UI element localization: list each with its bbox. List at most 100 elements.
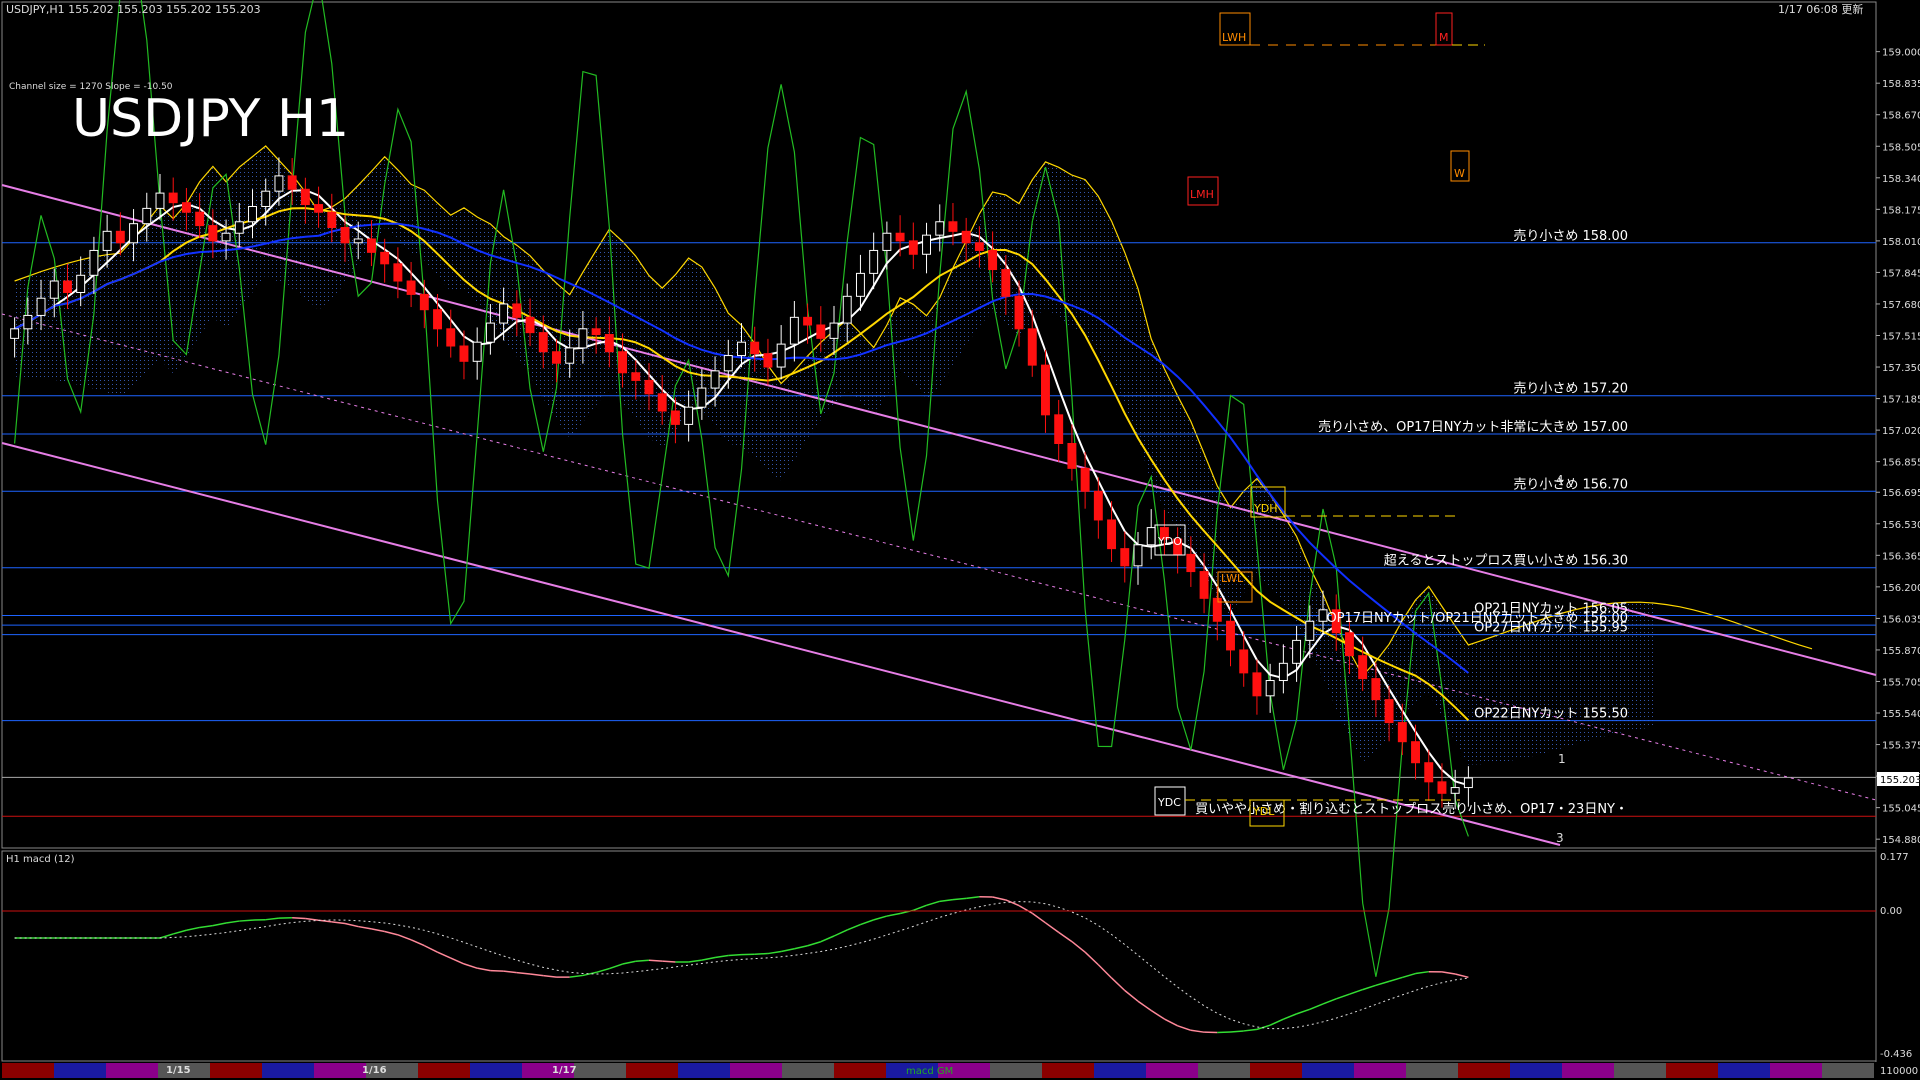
candle-body bbox=[935, 221, 945, 236]
macd-segment bbox=[966, 896, 980, 900]
time-bar-segment bbox=[678, 1063, 730, 1078]
macd-segment bbox=[265, 917, 280, 921]
candle-body bbox=[142, 207, 152, 225]
macd-segment bbox=[1084, 951, 1099, 966]
candle-body bbox=[472, 341, 482, 362]
macd-panel-frame bbox=[1, 850, 1877, 1062]
time-bar-segment bbox=[1250, 1063, 1302, 1078]
macd-segment bbox=[648, 959, 663, 962]
date-label-2: 1/16 bbox=[362, 1065, 387, 1076]
level-label: 超えるとストップロス買い小さめ 156.30 bbox=[1384, 554, 1628, 569]
date-label-1: 1/15 bbox=[166, 1065, 191, 1076]
macd-segment bbox=[846, 923, 861, 931]
candle-body bbox=[1384, 699, 1394, 724]
marker-w: W bbox=[1450, 150, 1470, 182]
macd-segment bbox=[516, 971, 531, 975]
macd-segment bbox=[1322, 998, 1337, 1005]
candle-body bbox=[1199, 571, 1209, 599]
level-label: 売り小さめ、OP17日NYカット非常に大きめ 157.00 bbox=[1318, 419, 1628, 435]
macd-segment bbox=[992, 896, 1006, 901]
marker-lwh: LWH bbox=[1219, 12, 1440, 46]
time-bar-segment bbox=[990, 1063, 1042, 1078]
candle-body bbox=[882, 232, 892, 251]
price-axis-ticks: 159.000 158.835 158.670 158.505 158.340 158.1… bbox=[1876, 48, 1920, 846]
time-bar-segment bbox=[1562, 1063, 1614, 1078]
candle-body bbox=[737, 341, 746, 357]
macd-segment bbox=[1243, 1028, 1258, 1032]
candle-body bbox=[974, 242, 984, 251]
candle-body bbox=[248, 205, 257, 223]
price-tick-label: 158.670 bbox=[1882, 111, 1920, 122]
current-price-label: 155.203 bbox=[1880, 775, 1920, 786]
macd-segment bbox=[1283, 1013, 1297, 1020]
candle-body bbox=[869, 249, 879, 274]
macd-tick-zero: 0.00 bbox=[1880, 906, 1902, 917]
price-tick-label: 156.695 bbox=[1882, 488, 1920, 499]
marker-ydl-label: YDL bbox=[1252, 805, 1275, 818]
candle-body bbox=[829, 322, 839, 339]
time-bar-segment bbox=[834, 1063, 886, 1078]
macd-segment bbox=[397, 934, 412, 941]
candle-body bbox=[855, 272, 865, 297]
macd-segment bbox=[1230, 1030, 1244, 1033]
macd-legend: macd GM bbox=[906, 1066, 953, 1077]
candle-body bbox=[155, 192, 165, 209]
macd-segment bbox=[503, 970, 517, 974]
macd-segment bbox=[1045, 922, 1060, 933]
macd-segment bbox=[913, 904, 927, 912]
macd-segment bbox=[1058, 931, 1073, 943]
macd-segment bbox=[860, 919, 874, 926]
candle-body bbox=[459, 345, 469, 362]
candle-body bbox=[644, 379, 654, 395]
macd-segment bbox=[1217, 1031, 1231, 1034]
chart-canvas: 159.000 158.835 158.670 158.505 158.340 158.1… bbox=[1, 0, 1920, 1078]
candle-body bbox=[631, 372, 641, 381]
candle-body bbox=[618, 351, 628, 374]
price-tick-label: 158.340 bbox=[1882, 174, 1920, 185]
marker-m-label: M bbox=[1439, 31, 1449, 44]
candle-body bbox=[591, 328, 601, 336]
macd-segment bbox=[767, 950, 782, 955]
price-tick-label: 157.515 bbox=[1882, 332, 1920, 343]
time-bar-segment bbox=[262, 1063, 314, 1078]
time-bar-segment bbox=[1718, 1063, 1770, 1078]
macd-segment bbox=[701, 956, 716, 961]
macd-segment bbox=[662, 960, 676, 963]
candle-body bbox=[750, 341, 760, 355]
candle-body bbox=[604, 334, 614, 353]
macd-segment bbox=[1362, 984, 1377, 991]
macd-segment bbox=[807, 941, 822, 947]
candle-body bbox=[115, 230, 125, 244]
candle-body bbox=[102, 230, 112, 251]
macd-segment bbox=[239, 919, 253, 922]
level-label: 売り小さめ 157.20 bbox=[1513, 381, 1628, 397]
macd-segment bbox=[225, 920, 240, 924]
macd-segment bbox=[1190, 1029, 1205, 1033]
candle-body bbox=[1437, 781, 1447, 794]
candle-body bbox=[221, 232, 231, 242]
candle-body bbox=[1265, 680, 1275, 697]
marker-lwh-label: LWH bbox=[1222, 31, 1246, 44]
candle-body bbox=[49, 280, 59, 299]
time-bar-segment bbox=[210, 1063, 262, 1078]
marker-ydc-label: YDC bbox=[1157, 796, 1181, 809]
macd-segment bbox=[886, 912, 901, 917]
macd-segment bbox=[622, 960, 636, 965]
wave-label-1: 1 bbox=[1558, 752, 1566, 766]
price-tick-label: 155.045 bbox=[1882, 804, 1920, 815]
price-tick-label: 158.835 bbox=[1882, 79, 1920, 90]
time-bar-segment bbox=[470, 1063, 522, 1078]
candle-body bbox=[274, 175, 284, 192]
candle-body bbox=[565, 347, 575, 364]
macd-segment bbox=[1415, 970, 1429, 975]
level-label: 売り小さめ 156.70 bbox=[1513, 476, 1628, 492]
price-tick-label: 156.530 bbox=[1882, 520, 1920, 531]
candle-body bbox=[1001, 269, 1011, 297]
candle-body bbox=[723, 355, 733, 372]
macd-segment bbox=[820, 935, 835, 943]
macd-segment bbox=[358, 925, 372, 930]
candle-body bbox=[446, 328, 456, 347]
candle-body bbox=[340, 227, 350, 244]
candle-body bbox=[1397, 722, 1407, 743]
time-bar-segment bbox=[1510, 1063, 1562, 1078]
